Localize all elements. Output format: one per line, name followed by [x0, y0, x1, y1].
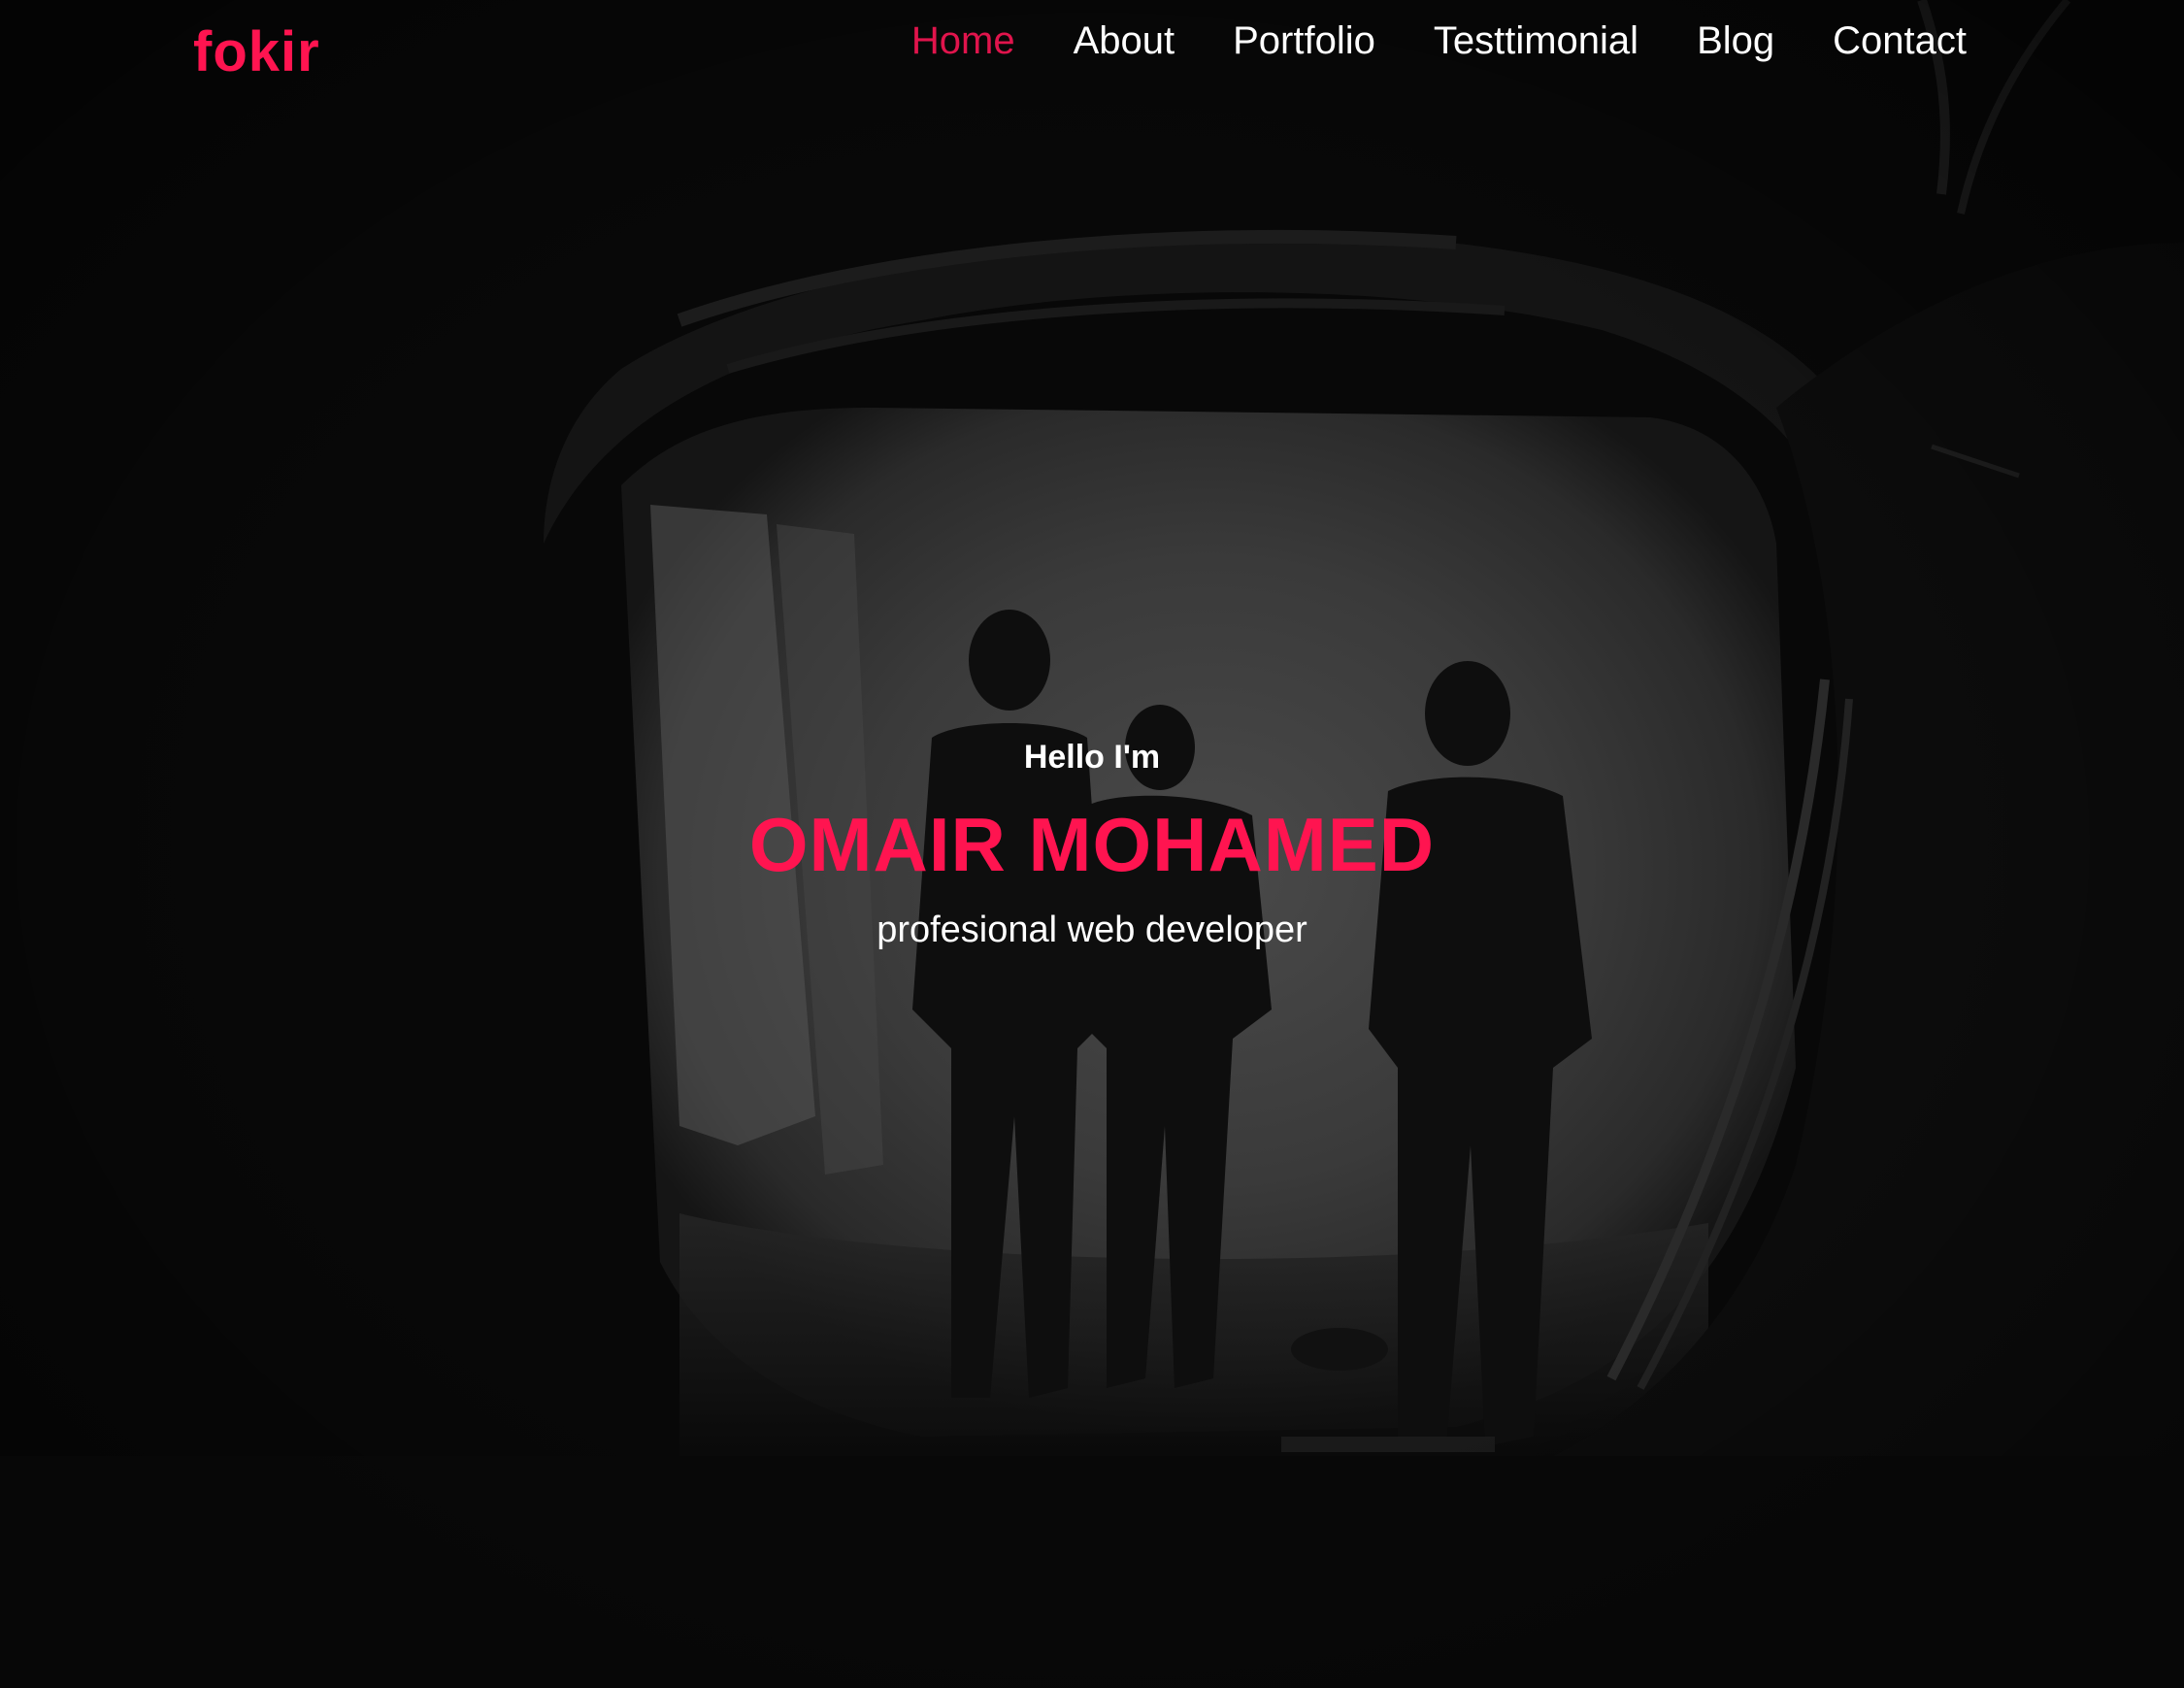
- nav-link-blog[interactable]: Blog: [1697, 14, 1774, 68]
- nav-link-testimonial[interactable]: Testtimonial: [1434, 14, 1638, 68]
- nav-item-blog: Blog: [1697, 14, 1774, 68]
- nav-link-portfolio[interactable]: Portfolio: [1233, 14, 1375, 68]
- site-logo[interactable]: fokir: [193, 17, 320, 87]
- top-navbar: fokir Home About Portfolio Testtimonial …: [0, 0, 2184, 97]
- nav-item-home: Home: [911, 14, 1015, 68]
- nav-item-testimonial: Testtimonial: [1434, 14, 1638, 68]
- nav-link-about[interactable]: About: [1074, 14, 1175, 68]
- hero-intro: Hello I'm OMAIR MOHAMED profesional web …: [0, 730, 2184, 959]
- nav-item-portfolio: Portfolio: [1233, 14, 1375, 68]
- hero-name: OMAIR MOHAMED: [748, 802, 1436, 887]
- hero-greeting: Hello I'm: [1023, 739, 1161, 776]
- nav-item-about: About: [1074, 14, 1175, 68]
- nav-link-contact[interactable]: Contact: [1833, 14, 1967, 68]
- hero-role: profesional web developer: [877, 910, 1307, 950]
- nav-menu: Home About Portfolio Testtimonial Blog C…: [853, 14, 1967, 68]
- nav-item-contact: Contact: [1833, 14, 1967, 68]
- nav-link-home[interactable]: Home: [911, 14, 1015, 68]
- portfolio-landing-page: fokir Home About Portfolio Testtimonial …: [0, 0, 2184, 1688]
